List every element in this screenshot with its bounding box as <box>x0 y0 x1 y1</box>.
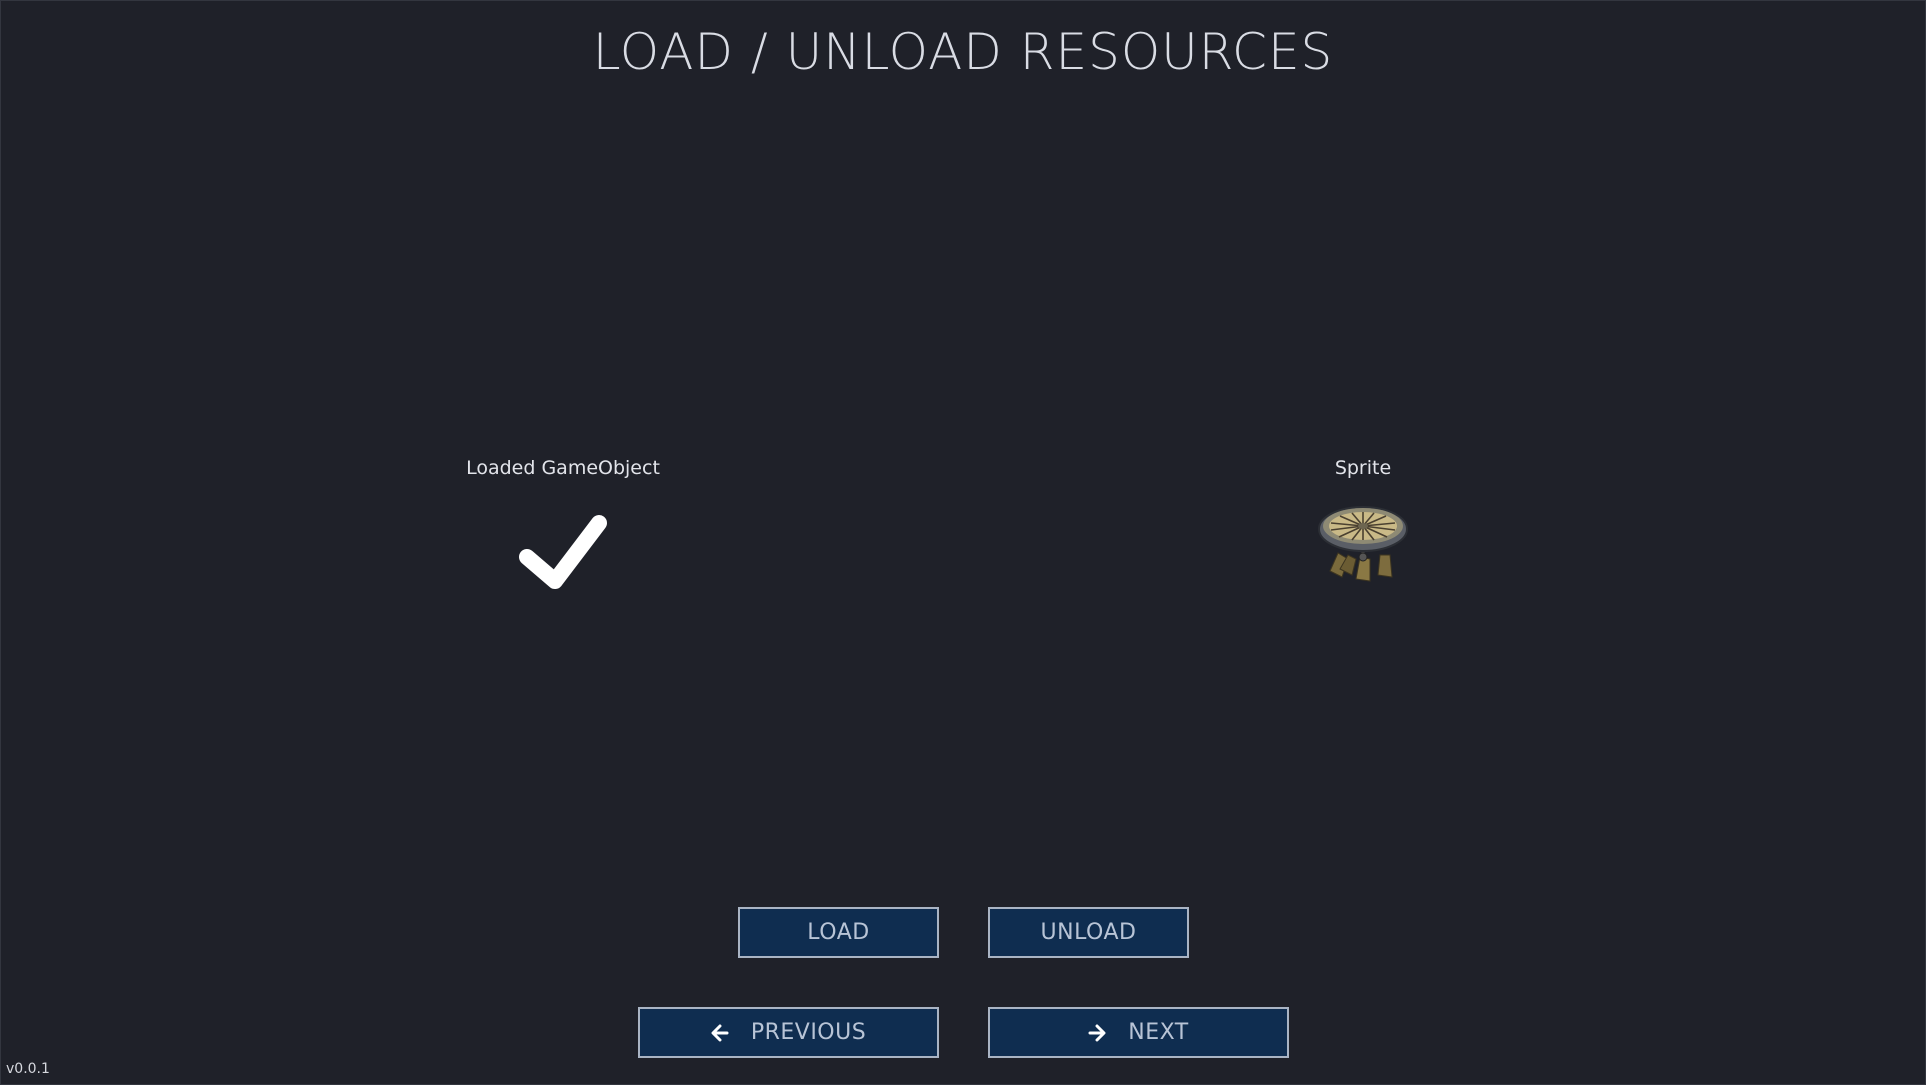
next-button-label: NEXT <box>1128 1020 1189 1045</box>
page-title: LOAD / UNLOAD RESOURCES <box>592 23 1334 81</box>
unload-button[interactable]: UNLOAD <box>988 907 1189 958</box>
sprite-label: Sprite <box>1334 457 1392 479</box>
game-screen: LOAD / UNLOAD RESOURCES Loaded GameObjec… <box>0 0 1926 1085</box>
previous-button[interactable]: PREVIOUS <box>638 1007 939 1058</box>
arrow-left-icon <box>711 1024 729 1042</box>
checkmark-icon <box>519 515 607 589</box>
loaded-gameobject-label: Loaded GameObject <box>466 457 660 479</box>
unload-button-label: UNLOAD <box>1040 920 1137 945</box>
next-button[interactable]: NEXT <box>988 1007 1289 1058</box>
sprite-canopy <box>1318 506 1408 552</box>
arrow-right-icon <box>1088 1024 1106 1042</box>
load-button[interactable]: LOAD <box>738 907 939 958</box>
previous-button-label: PREVIOUS <box>750 1020 867 1045</box>
version-label: v0.0.1 <box>6 1061 50 1077</box>
sprite-carousel-image <box>1318 506 1408 582</box>
load-button-label: LOAD <box>807 920 870 945</box>
